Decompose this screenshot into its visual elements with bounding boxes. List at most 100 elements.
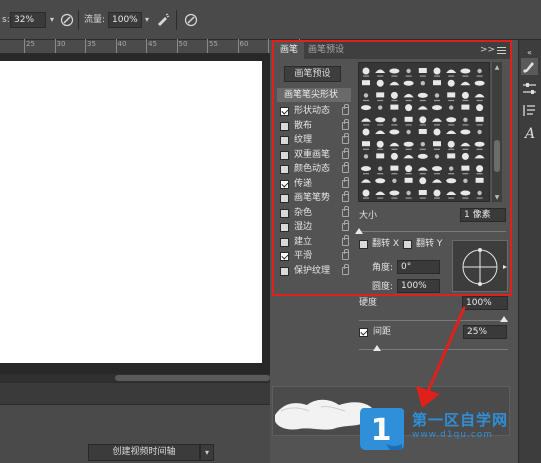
brush-tip-grid[interactable]: [358, 62, 490, 202]
brush-tip-thumbnail[interactable]: [405, 165, 413, 173]
brush-panel-icon[interactable]: [521, 58, 538, 75]
paragraph-icon[interactable]: [521, 102, 538, 119]
brush-tip-thumbnail[interactable]: [404, 177, 413, 183]
hardness-slider-knob[interactable]: [500, 316, 508, 322]
size-slider-knob[interactable]: [355, 228, 363, 234]
size-slider-track[interactable]: [359, 231, 506, 232]
lock-icon[interactable]: [342, 176, 349, 188]
brush-tip-thumbnail[interactable]: [376, 92, 385, 98]
spacing-slider-knob[interactable]: [373, 345, 381, 351]
brush-tip-thumbnail[interactable]: [447, 79, 455, 87]
brush-tip-thumbnail[interactable]: [389, 81, 400, 86]
brush-option-row[interactable]: 建立: [277, 234, 351, 249]
brush-tip-thumbnail[interactable]: [417, 153, 428, 159]
brush-tip-thumbnail[interactable]: [475, 116, 484, 122]
brush-tip-thumbnail[interactable]: [461, 104, 470, 110]
flow-field[interactable]: 100%: [108, 12, 142, 28]
brush-tip-thumbnail[interactable]: [405, 104, 413, 112]
brush-tip-thumbnail[interactable]: [476, 104, 484, 112]
size-field[interactable]: 1 像素: [460, 208, 506, 222]
brush-tip-thumbnail[interactable]: [390, 91, 398, 99]
brush-tip-thumbnail[interactable]: [403, 141, 414, 147]
scroll-up-icon[interactable]: ▲: [492, 64, 502, 71]
brush-tip-thumbnail[interactable]: [390, 104, 399, 110]
brush-tip-thumbnail[interactable]: [418, 129, 427, 134]
brush-tip-thumbnail[interactable]: [433, 128, 441, 136]
brush-presets-button[interactable]: 画笔预设: [284, 66, 341, 82]
brush-tip-thumbnail[interactable]: [403, 154, 414, 159]
brush-option-checkbox[interactable]: [280, 194, 289, 203]
brush-tip-thumbnail[interactable]: [420, 81, 425, 86]
brush-tip-thumbnail[interactable]: [460, 142, 471, 147]
brush-option-row[interactable]: 颜色动态: [277, 162, 351, 176]
flip-x-checkbox[interactable]: [359, 240, 368, 249]
brush-tip-thumbnail[interactable]: [475, 177, 484, 183]
brush-tip-thumbnail[interactable]: [477, 190, 482, 196]
brush-option-row[interactable]: 画笔笔势: [277, 191, 351, 205]
brush-tip-thumbnail[interactable]: [474, 154, 485, 159]
character-icon[interactable]: A: [521, 124, 538, 141]
brush-tip-thumbnail[interactable]: [389, 129, 400, 135]
brush-tip-thumbnail[interactable]: [362, 189, 370, 197]
brush-tip-thumbnail[interactable]: [392, 117, 397, 122]
flip-y-checkbox[interactable]: [403, 240, 412, 249]
brush-tip-thumbnail[interactable]: [389, 68, 400, 74]
brush-tip-thumbnail[interactable]: [404, 116, 413, 122]
lock-icon[interactable]: [342, 234, 349, 246]
spacing-checkbox[interactable]: [359, 328, 368, 337]
brush-tip-thumbnail[interactable]: [361, 179, 371, 183]
brush-tip-thumbnail[interactable]: [432, 166, 442, 172]
roundness-field[interactable]: 100%: [397, 279, 440, 293]
brush-tip-thumbnail[interactable]: [375, 178, 386, 184]
brush-tip-thumbnail[interactable]: [375, 191, 386, 196]
pressure-opacity-icon[interactable]: [60, 13, 74, 27]
lock-icon[interactable]: [342, 162, 349, 173]
brush-tip-thumbnail[interactable]: [434, 93, 440, 98]
brush-tip-thumbnail[interactable]: [390, 165, 399, 171]
brush-tip-thumbnail[interactable]: [361, 105, 371, 111]
brush-option-row[interactable]: 湿边: [277, 220, 351, 234]
brush-option-checkbox[interactable]: [280, 136, 289, 145]
brush-tip-thumbnail[interactable]: [433, 67, 441, 75]
brush-tip-thumbnail[interactable]: [460, 129, 471, 135]
brush-tip-thumbnail[interactable]: [433, 189, 441, 197]
brush-tip-thumbnail[interactable]: [432, 105, 442, 111]
brush-tip-thumbnail[interactable]: [392, 178, 397, 183]
pressure-size-icon[interactable]: [184, 13, 198, 27]
brush-option-checkbox[interactable]: [280, 165, 289, 174]
brush-tip-thumbnail[interactable]: [461, 91, 469, 99]
brush-tip-thumbnail[interactable]: [461, 152, 469, 160]
brush-tip-thumbnail[interactable]: [433, 80, 441, 86]
brush-tip-thumbnail[interactable]: [420, 142, 425, 147]
brush-option-row[interactable]: 纹理: [277, 133, 351, 147]
brush-tip-thumbnail[interactable]: [447, 153, 456, 159]
brush-option-checkbox[interactable]: [280, 150, 289, 160]
brush-tip-shape-item[interactable]: 画笔笔尖形状: [277, 88, 351, 102]
brush-tip-thumbnail[interactable]: [463, 178, 468, 183]
brush-tip-thumbnail[interactable]: [419, 116, 427, 124]
brush-option-checkbox[interactable]: [280, 179, 289, 189]
brush-tip-thumbnail[interactable]: [378, 166, 383, 171]
brush-tip-thumbnail[interactable]: [447, 92, 456, 98]
brush-option-row[interactable]: 传递: [277, 176, 351, 191]
horizontal-scrollbar-thumb[interactable]: [115, 375, 270, 381]
brush-tip-thumbnail[interactable]: [389, 142, 400, 147]
brush-tip-thumbnail[interactable]: [361, 166, 371, 172]
brush-tip-thumbnail[interactable]: [432, 118, 442, 122]
scroll-down-icon[interactable]: ▼: [492, 194, 502, 201]
brush-tip-thumbnail[interactable]: [477, 129, 482, 135]
brush-tip-thumbnail[interactable]: [418, 190, 427, 195]
brush-tip-thumbnail[interactable]: [477, 68, 482, 74]
brush-option-checkbox[interactable]: [280, 107, 289, 116]
brush-tip-thumbnail[interactable]: [418, 68, 427, 73]
brush-tip-thumbnail[interactable]: [460, 190, 471, 196]
brush-tip-thumbnail[interactable]: [363, 93, 369, 98]
opacity-field[interactable]: 32%: [10, 12, 46, 28]
brush-tip-thumbnail[interactable]: [389, 190, 400, 196]
brush-tip-thumbnail[interactable]: [447, 140, 455, 148]
create-video-timeline-button[interactable]: 创建视频时间轴: [88, 444, 200, 461]
brush-tip-thumbnail[interactable]: [361, 118, 371, 122]
brush-tip-thumbnail[interactable]: [474, 80, 485, 86]
brush-tip-thumbnail[interactable]: [433, 141, 441, 147]
brush-tip-thumbnail[interactable]: [403, 93, 414, 98]
